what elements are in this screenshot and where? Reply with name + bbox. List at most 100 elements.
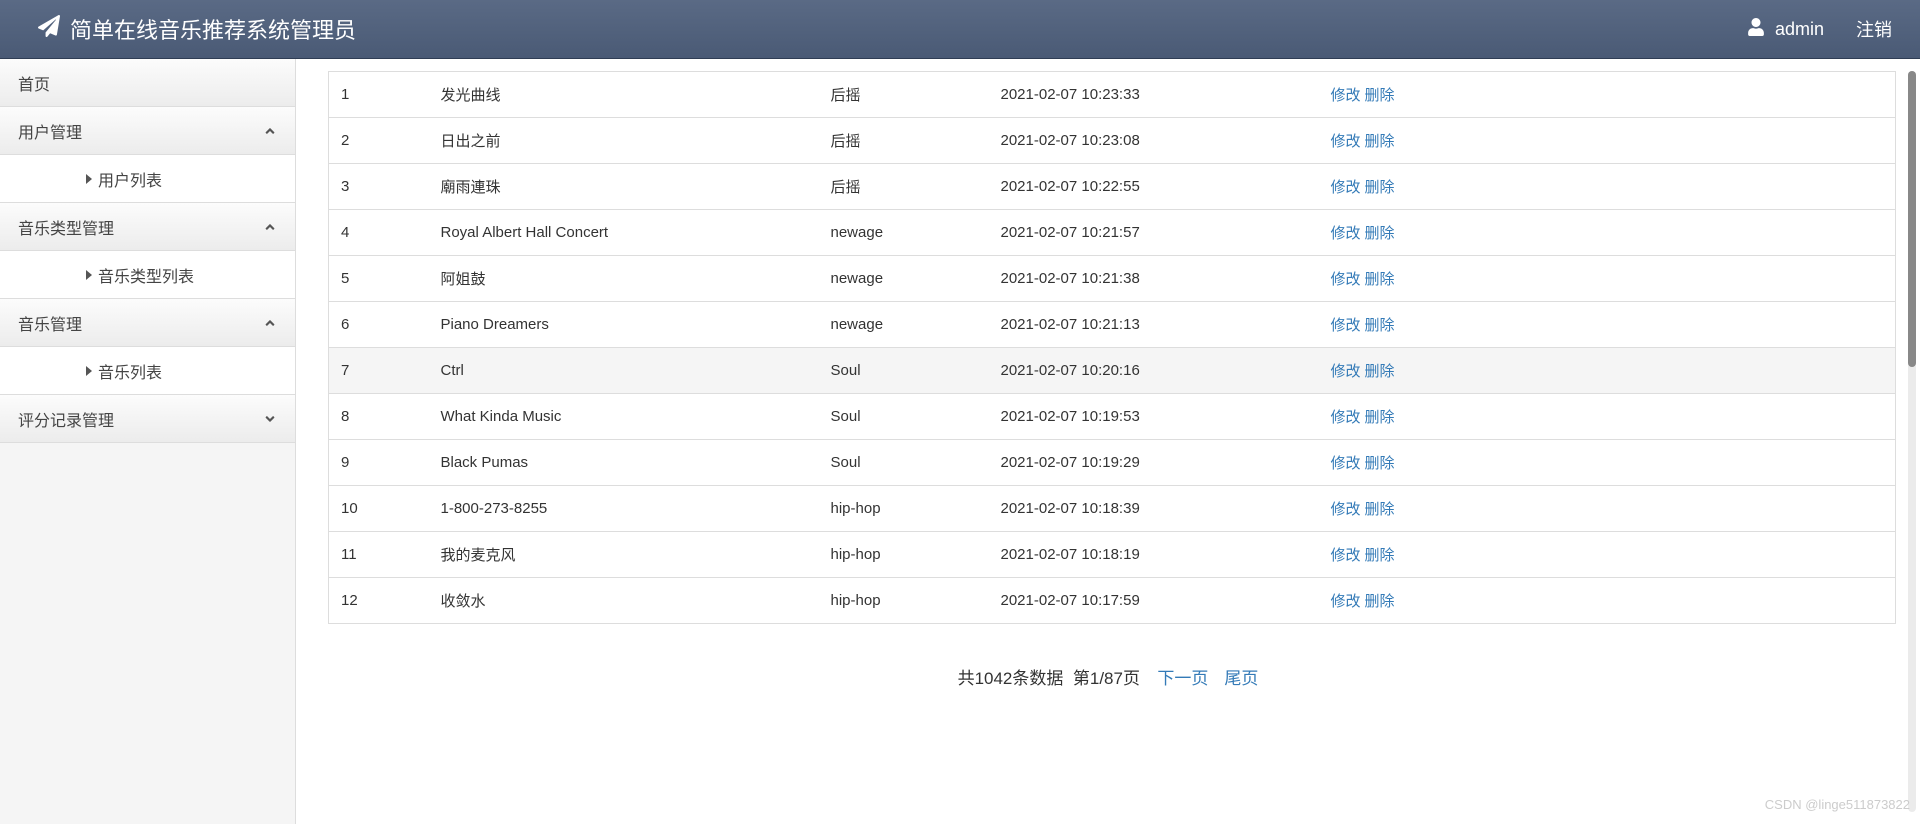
delete-link[interactable]: 删除 bbox=[1365, 225, 1395, 242]
user-icon bbox=[1747, 18, 1765, 41]
logout-link[interactable]: 注销 bbox=[1856, 16, 1892, 42]
table-row: 4Royal Albert Hall Concertnewage2021-02-… bbox=[329, 210, 1896, 256]
cell-ops: 修改删除 bbox=[1319, 578, 1896, 624]
navbar: 简单在线音乐推荐系统管理员 admin 注销 bbox=[0, 0, 1920, 59]
cell-index: 5 bbox=[329, 256, 429, 302]
chevron-up-icon bbox=[263, 316, 277, 330]
edit-link[interactable]: 修改 bbox=[1331, 547, 1361, 564]
sidebar-group-1[interactable]: 音乐类型管理 bbox=[0, 203, 295, 251]
cell-time: 2021-02-07 10:21:13 bbox=[989, 302, 1319, 348]
pager-last[interactable]: 尾页 bbox=[1224, 669, 1258, 688]
cell-type: 后摇 bbox=[819, 118, 989, 164]
chevron-down-icon bbox=[263, 412, 277, 426]
cell-ops: 修改删除 bbox=[1319, 302, 1896, 348]
edit-link[interactable]: 修改 bbox=[1331, 363, 1361, 380]
sidebar-subitem-0-0[interactable]: 用户列表 bbox=[0, 155, 295, 203]
sidebar-item-label: 首页 bbox=[18, 71, 50, 95]
user-menu[interactable]: admin bbox=[1747, 18, 1824, 41]
pagination: 共1042条数据 第1/87页 下一页尾页 bbox=[328, 624, 1896, 699]
sidebar-item-home[interactable]: 首页 bbox=[0, 59, 295, 107]
pager-page-suffix: 页 bbox=[1123, 669, 1140, 688]
cell-name: 廟雨連珠 bbox=[429, 164, 819, 210]
edit-link[interactable]: 修改 bbox=[1331, 133, 1361, 150]
cell-ops: 修改删除 bbox=[1319, 394, 1896, 440]
cell-index: 1 bbox=[329, 72, 429, 118]
edit-link[interactable]: 修改 bbox=[1331, 271, 1361, 288]
edit-link[interactable]: 修改 bbox=[1331, 317, 1361, 334]
edit-link[interactable]: 修改 bbox=[1331, 409, 1361, 426]
cell-name: Piano Dreamers bbox=[429, 302, 819, 348]
sidebar-group-0[interactable]: 用户管理 bbox=[0, 107, 295, 155]
sidebar: 首页 用户管理用户列表音乐类型管理音乐类型列表音乐管理音乐列表评分记录管理 bbox=[0, 59, 296, 824]
table-row: 8What Kinda MusicSoul2021-02-07 10:19:53… bbox=[329, 394, 1896, 440]
delete-link[interactable]: 删除 bbox=[1365, 179, 1395, 196]
sidebar-group-2[interactable]: 音乐管理 bbox=[0, 299, 295, 347]
delete-link[interactable]: 删除 bbox=[1365, 455, 1395, 472]
table-row: 12收敛水hip-hop2021-02-07 10:17:59修改删除 bbox=[329, 578, 1896, 624]
sidebar-subitem-1-0[interactable]: 音乐类型列表 bbox=[0, 251, 295, 299]
sidebar-subitem-2-0[interactable]: 音乐列表 bbox=[0, 347, 295, 395]
delete-link[interactable]: 删除 bbox=[1365, 363, 1395, 380]
delete-link[interactable]: 删除 bbox=[1365, 501, 1395, 518]
pager-next[interactable]: 下一页 bbox=[1157, 669, 1208, 688]
cell-ops: 修改删除 bbox=[1319, 118, 1896, 164]
cell-type: Soul bbox=[819, 348, 989, 394]
edit-link[interactable]: 修改 bbox=[1331, 501, 1361, 518]
edit-link[interactable]: 修改 bbox=[1331, 455, 1361, 472]
delete-link[interactable]: 删除 bbox=[1365, 271, 1395, 288]
cell-type: newage bbox=[819, 302, 989, 348]
delete-link[interactable]: 删除 bbox=[1365, 87, 1395, 104]
cell-type: 后摇 bbox=[819, 164, 989, 210]
music-table: 1发光曲线后摇2021-02-07 10:23:33修改删除2日出之前后摇202… bbox=[328, 71, 1896, 624]
table-row: 2日出之前后摇2021-02-07 10:23:08修改删除 bbox=[329, 118, 1896, 164]
cell-index: 7 bbox=[329, 348, 429, 394]
delete-link[interactable]: 删除 bbox=[1365, 317, 1395, 334]
edit-link[interactable]: 修改 bbox=[1331, 179, 1361, 196]
cell-name: 日出之前 bbox=[429, 118, 819, 164]
delete-link[interactable]: 删除 bbox=[1365, 593, 1395, 610]
cell-index: 6 bbox=[329, 302, 429, 348]
cell-name: 1-800-273-8255 bbox=[429, 486, 819, 532]
delete-link[interactable]: 删除 bbox=[1365, 409, 1395, 426]
edit-link[interactable]: 修改 bbox=[1331, 225, 1361, 242]
pager-total-mid: 条数据 bbox=[1012, 669, 1063, 688]
app-title-text: 简单在线音乐推荐系统管理员 bbox=[70, 13, 356, 45]
table-row: 3廟雨連珠后摇2021-02-07 10:22:55修改删除 bbox=[329, 164, 1896, 210]
sidebar-group-3[interactable]: 评分记录管理 bbox=[0, 395, 295, 443]
cell-ops: 修改删除 bbox=[1319, 164, 1896, 210]
cell-time: 2021-02-07 10:23:08 bbox=[989, 118, 1319, 164]
pager-total-prefix: 共 bbox=[958, 669, 975, 688]
inner-scrollbar-thumb[interactable] bbox=[1908, 71, 1916, 367]
sidebar-item-label: 音乐类型管理 bbox=[18, 215, 114, 239]
delete-link[interactable]: 删除 bbox=[1365, 133, 1395, 150]
cell-index: 3 bbox=[329, 164, 429, 210]
cell-ops: 修改删除 bbox=[1319, 440, 1896, 486]
cell-time: 2021-02-07 10:20:16 bbox=[989, 348, 1319, 394]
inner-scrollbar[interactable] bbox=[1908, 71, 1916, 812]
cell-ops: 修改删除 bbox=[1319, 210, 1896, 256]
cell-ops: 修改删除 bbox=[1319, 72, 1896, 118]
cell-time: 2021-02-07 10:23:33 bbox=[989, 72, 1319, 118]
sidebar-item-label: 评分记录管理 bbox=[18, 407, 114, 431]
cell-time: 2021-02-07 10:21:57 bbox=[989, 210, 1319, 256]
cell-ops: 修改删除 bbox=[1319, 256, 1896, 302]
cell-index: 12 bbox=[329, 578, 429, 624]
delete-link[interactable]: 删除 bbox=[1365, 547, 1395, 564]
cell-index: 4 bbox=[329, 210, 429, 256]
username-label: admin bbox=[1775, 19, 1824, 40]
cell-type: Soul bbox=[819, 394, 989, 440]
table-row: 9Black PumasSoul2021-02-07 10:19:29修改删除 bbox=[329, 440, 1896, 486]
pager-total: 1042 bbox=[975, 669, 1013, 688]
sidebar-subitem-label: 用户列表 bbox=[98, 167, 162, 191]
cell-ops: 修改删除 bbox=[1319, 486, 1896, 532]
table-row: 7CtrlSoul2021-02-07 10:20:16修改删除 bbox=[329, 348, 1896, 394]
cell-type: hip-hop bbox=[819, 532, 989, 578]
cell-time: 2021-02-07 10:18:19 bbox=[989, 532, 1319, 578]
cell-ops: 修改删除 bbox=[1319, 348, 1896, 394]
chevron-up-icon bbox=[263, 220, 277, 234]
cell-type: 后摇 bbox=[819, 72, 989, 118]
edit-link[interactable]: 修改 bbox=[1331, 593, 1361, 610]
table-row: 5阿姐鼓newage2021-02-07 10:21:38修改删除 bbox=[329, 256, 1896, 302]
cell-time: 2021-02-07 10:19:53 bbox=[989, 394, 1319, 440]
edit-link[interactable]: 修改 bbox=[1331, 87, 1361, 104]
